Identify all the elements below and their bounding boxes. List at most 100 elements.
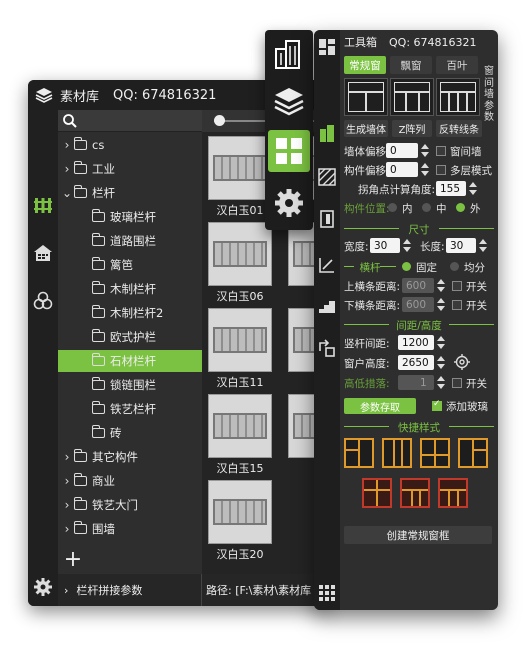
chevron-right-icon[interactable]: › xyxy=(60,498,74,512)
measure-tool-icon[interactable] xyxy=(316,254,338,276)
length-input[interactable]: 30 xyxy=(446,238,487,253)
stepper-arrows-icon[interactable] xyxy=(437,376,446,389)
lower-rail-input[interactable]: 600 xyxy=(402,297,445,312)
stairs-tool-icon[interactable] xyxy=(316,294,338,316)
tree-node-brick[interactable]: 砖 xyxy=(58,422,202,444)
tree-node-chain-fence[interactable]: 锁链围栏 xyxy=(58,374,202,396)
thumbnail-item[interactable]: 汉白玉06 xyxy=(202,218,278,304)
position-middle-radio[interactable] xyxy=(422,203,431,212)
slider-knob[interactable] xyxy=(214,115,225,126)
rotate-tool-icon[interactable] xyxy=(316,338,338,360)
width-input[interactable]: 30 xyxy=(370,238,411,253)
chevron-right-icon[interactable]: › xyxy=(60,522,74,536)
rail-fixed-radio[interactable] xyxy=(402,262,411,271)
window-height-input[interactable]: 2650 xyxy=(398,355,445,370)
dashboard-icon[interactable] xyxy=(316,36,338,58)
target-pick-icon[interactable] xyxy=(454,354,470,370)
tree-node-euro-railing[interactable]: 欧式护栏 xyxy=(58,326,202,348)
tree-node-glass-railing[interactable]: 玻璃栏杆 xyxy=(58,206,202,228)
chevron-right-icon[interactable]: › xyxy=(60,450,74,464)
chevron-right-icon[interactable]: › xyxy=(60,474,74,488)
add-glass-checkbox[interactable] xyxy=(432,399,442,411)
z-array-button[interactable]: Z阵列 xyxy=(392,120,432,137)
splice-params-toggle[interactable]: › 栏杆拼接参数 xyxy=(58,574,202,606)
shapes-category-icon[interactable] xyxy=(32,290,54,312)
apps-grid-icon[interactable] xyxy=(316,582,338,604)
create-window-frame-button[interactable]: 创建常规窗框 xyxy=(344,526,492,544)
tree-node-road-fence[interactable]: 道路围栏 xyxy=(58,230,202,252)
layers-tool-button[interactable] xyxy=(268,80,310,122)
stepper-arrows-icon[interactable] xyxy=(421,144,430,157)
settings-tool-button[interactable] xyxy=(268,182,310,224)
tab-wall-params[interactable]: 窗间墙参数 xyxy=(482,66,496,124)
tree-node-hedge[interactable]: 篱笆 xyxy=(58,254,202,276)
stepper-arrows-icon[interactable] xyxy=(437,356,446,369)
fence-category-icon[interactable] xyxy=(32,194,54,216)
post-spacing-input[interactable]: 1200 xyxy=(398,335,445,350)
quick-style-2[interactable] xyxy=(382,438,412,468)
quick-style-4[interactable] xyxy=(458,438,488,468)
stepper-arrows-icon[interactable] xyxy=(479,239,488,252)
tree-node-wall[interactable]: › 围墙 xyxy=(58,518,202,540)
height-drop-switch[interactable] xyxy=(452,378,462,388)
stepper-arrows-icon[interactable] xyxy=(421,163,430,176)
tree-node-industry[interactable]: › 工业 xyxy=(58,158,202,180)
building-tool-icon[interactable] xyxy=(316,122,338,144)
library-search-input[interactable] xyxy=(58,110,202,132)
quick-style-7[interactable] xyxy=(438,478,468,508)
tree-node-railing[interactable]: ⌄ 栏杆 xyxy=(58,182,202,204)
position-inner-radio[interactable] xyxy=(388,203,397,212)
reverse-line-button[interactable]: 反转线条 xyxy=(436,120,482,137)
tree-node-iron-railing[interactable]: 铁艺栏杆 xyxy=(58,398,202,420)
quick-style-5[interactable] xyxy=(362,478,392,508)
tree-node-stone-railing[interactable]: 石材栏杆 xyxy=(58,350,202,372)
thumbnail-item[interactable]: 汉白玉15 xyxy=(202,390,278,476)
stepper-arrows-icon[interactable] xyxy=(469,182,478,195)
buildings-tool-button[interactable] xyxy=(268,33,310,75)
settings-gear-icon[interactable] xyxy=(32,576,54,598)
toolbox-header[interactable]: 工具箱 QQ: 674816321 xyxy=(340,30,498,54)
chevron-down-icon[interactable]: ⌄ xyxy=(60,186,74,200)
corner-angle-input[interactable]: 155 xyxy=(436,181,477,196)
quick-style-1[interactable] xyxy=(344,438,374,468)
window-type-three-pane[interactable] xyxy=(390,78,434,116)
stepper-arrows-icon[interactable] xyxy=(437,298,446,311)
window-type-four-pane[interactable] xyxy=(436,78,480,116)
door-tool-icon[interactable] xyxy=(316,208,338,230)
thumbnail-item[interactable]: 汉白玉11 xyxy=(202,304,278,390)
tree-node-wood-railing[interactable]: 木制栏杆 xyxy=(58,278,202,300)
quick-style-6[interactable] xyxy=(400,478,430,508)
stepper-arrows-icon[interactable] xyxy=(403,239,412,252)
param-access-button[interactable]: 参数存取 xyxy=(344,398,416,414)
pattern-tool-icon[interactable] xyxy=(316,166,338,188)
wall-offset-input[interactable]: 0 xyxy=(386,143,429,158)
multi-layer-checkbox[interactable] xyxy=(436,165,446,175)
stepper-arrows-icon[interactable] xyxy=(437,336,446,349)
thumbnail-item[interactable]: 汉白玉20 xyxy=(202,476,278,562)
tree-node-other-components[interactable]: › 其它构件 xyxy=(58,446,202,468)
position-outer-radio[interactable] xyxy=(456,203,465,212)
tab-bay-window[interactable]: 飘窗 xyxy=(390,56,432,74)
chevron-right-icon[interactable]: › xyxy=(60,138,74,152)
grid-tool-button[interactable] xyxy=(268,130,310,172)
generate-wall-button[interactable]: 生成墙体 xyxy=(344,120,388,137)
quick-style-3[interactable] xyxy=(420,438,450,468)
window-type-two-pane[interactable] xyxy=(344,78,388,116)
tree-node-iron-gate[interactable]: › 铁艺大门 xyxy=(58,494,202,516)
building-category-icon[interactable] xyxy=(32,242,54,264)
chevron-right-icon[interactable]: › xyxy=(60,162,74,176)
tab-regular-window[interactable]: 常规窗 xyxy=(344,56,386,74)
upper-rail-input[interactable]: 600 xyxy=(402,278,445,293)
upper-rail-switch[interactable] xyxy=(452,281,462,291)
add-button[interactable]: + xyxy=(58,544,88,574)
stepper-arrows-icon[interactable] xyxy=(437,279,446,292)
tree-node-cs[interactable]: › cs xyxy=(58,134,202,156)
tree-node-commercial[interactable]: › 商业 xyxy=(58,470,202,492)
rail-even-radio[interactable] xyxy=(450,262,459,271)
tab-louver[interactable]: 百叶 xyxy=(436,56,478,74)
tree-node-wood-railing-2[interactable]: 木制栏杆2 xyxy=(58,302,202,324)
lower-rail-switch[interactable] xyxy=(452,300,462,310)
between-wall-checkbox[interactable] xyxy=(436,146,446,156)
height-drop-input[interactable]: 1 xyxy=(398,375,445,390)
component-offset-input[interactable]: 0 xyxy=(386,162,429,177)
